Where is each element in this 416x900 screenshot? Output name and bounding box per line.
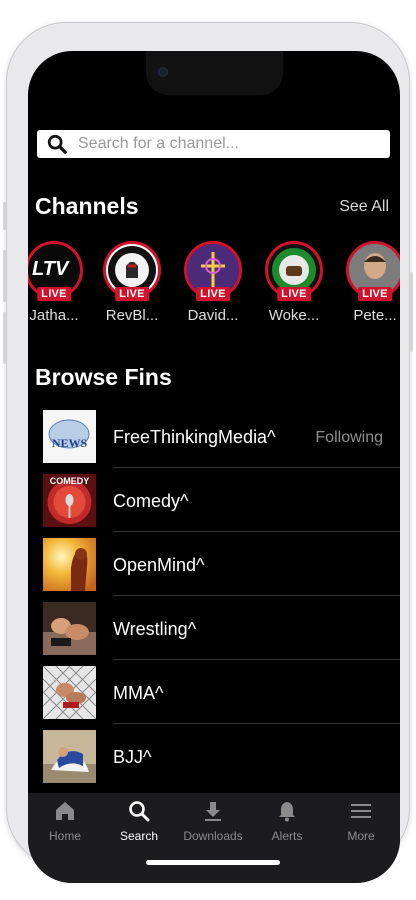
following-status[interactable]: Following: [315, 429, 383, 447]
wrestling-image-icon: [43, 602, 96, 655]
channel-name: David...: [187, 307, 239, 324]
tab-downloads[interactable]: Downloads: [176, 799, 250, 843]
search-bar[interactable]: [37, 130, 390, 158]
notch: [146, 51, 283, 95]
fin-name: OpenMind^: [113, 555, 205, 575]
fin-thumbnail: [43, 538, 96, 591]
fin-thumbnail: NEWS: [43, 410, 96, 463]
tab-label: Home: [48, 829, 81, 843]
channel-item[interactable]: LTV LIVE Jatha...: [28, 241, 86, 324]
live-badge: LIVE: [115, 287, 149, 301]
fin-row[interactable]: MMA^: [43, 660, 400, 724]
channel-name: Jatha...: [29, 307, 79, 324]
bjj-image-icon: [43, 730, 96, 783]
news-text: NEWS: [51, 436, 88, 450]
volume-down-button: [3, 312, 6, 364]
see-all-link[interactable]: See All: [339, 198, 389, 216]
tab-label: Search: [119, 829, 159, 843]
fin-name: Comedy^: [113, 491, 189, 511]
fin-row[interactable]: OpenMind^: [43, 532, 400, 596]
bell-icon: [279, 802, 295, 822]
live-badge: LIVE: [196, 287, 230, 301]
channel-logo-text: LTV: [32, 258, 69, 280]
fin-name: BJJ^: [113, 747, 152, 767]
home-indicator[interactable]: [146, 860, 280, 865]
mma-image-icon: [43, 666, 96, 719]
fin-name: Wrestling^: [113, 619, 197, 639]
tab-home[interactable]: Home: [28, 799, 102, 843]
search-icon: [129, 801, 150, 822]
power-button: [410, 272, 413, 352]
live-badge: LIVE: [358, 287, 392, 301]
fin-thumbnail: [43, 666, 96, 719]
mute-switch: [3, 202, 6, 230]
channel-item[interactable]: LIVE Pete...: [343, 241, 400, 324]
live-badge: LIVE: [37, 287, 71, 301]
fin-row[interactable]: BJJ^: [43, 724, 400, 788]
openmind-image-icon: [43, 538, 96, 591]
fin-row[interactable]: NEWS FreeThinkingMedia^ Following: [43, 404, 400, 468]
channel-name: Pete...: [353, 307, 397, 324]
fin-thumbnail: [43, 730, 96, 783]
volume-up-button: [3, 250, 6, 302]
fin-name: MMA^: [113, 683, 164, 703]
channel-name: Woke...: [268, 307, 320, 324]
fin-row[interactable]: COMEDY Comedy^: [43, 468, 400, 532]
channel-item[interactable]: LIVE David...: [181, 241, 245, 324]
tab-search[interactable]: Search: [102, 799, 176, 843]
comedy-text: COMEDY: [49, 476, 90, 486]
search-icon: [47, 134, 67, 154]
tab-label: More: [347, 829, 375, 843]
channel-item[interactable]: LIVE RevBl...: [100, 241, 164, 324]
tab-alerts[interactable]: Alerts: [250, 799, 324, 843]
tab-label: Downloads: [183, 829, 243, 843]
fin-thumbnail: COMEDY: [43, 474, 96, 527]
tab-label: Alerts: [271, 829, 303, 843]
search-input[interactable]: [78, 135, 378, 153]
channel-name: RevBl...: [105, 307, 159, 324]
menu-icon: [351, 804, 371, 818]
fin-name: FreeThinkingMedia^: [113, 427, 276, 447]
tab-bar: Home Search Downloads Alerts More: [28, 793, 400, 883]
channels-carousel[interactable]: LTV LIVE Jatha... LIVE RevBl... LIVE Dav…: [28, 241, 400, 331]
app-screen: Channels See All LTV LIVE Jatha...: [28, 51, 400, 883]
home-icon: [56, 802, 74, 820]
tab-more[interactable]: More: [324, 799, 398, 843]
browse-fins-heading: Browse Fins: [35, 364, 172, 390]
fin-thumbnail: [43, 602, 96, 655]
fin-row[interactable]: Wrestling^: [43, 596, 400, 660]
live-badge: LIVE: [277, 287, 311, 301]
front-camera: [158, 67, 168, 77]
channels-heading: Channels: [35, 193, 139, 219]
channel-item[interactable]: LIVE Woke...: [262, 241, 326, 324]
download-icon: [205, 802, 221, 821]
phone-frame: Channels See All LTV LIVE Jatha...: [3, 22, 413, 883]
